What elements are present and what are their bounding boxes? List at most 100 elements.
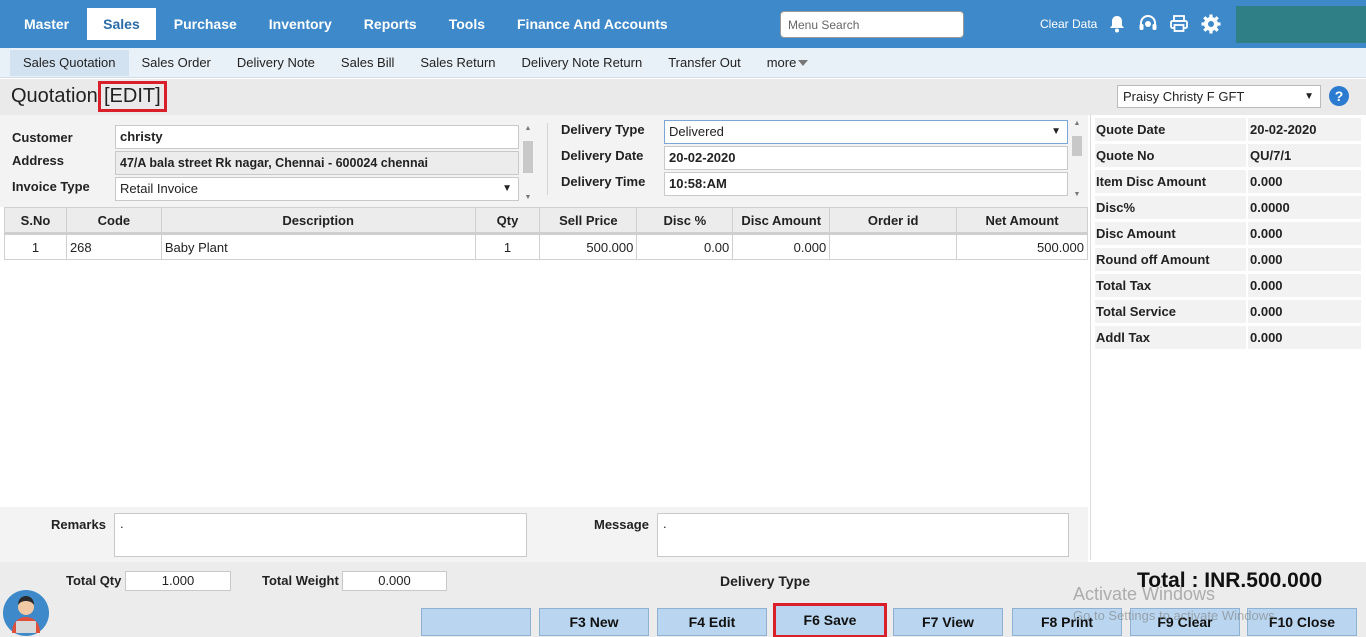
column-header[interactable]: Order id [829,207,958,235]
summary-label: Total Service [1096,304,1176,319]
printer-icon[interactable] [1167,12,1191,36]
cell-description[interactable]: Baby Plant [160,233,476,260]
column-header[interactable]: S.No [4,207,67,235]
summary-value: 0.000 [1250,304,1283,319]
delivery-type-label: Delivery Type [561,122,645,137]
summary-value: 0.0000 [1250,200,1290,215]
tab-more[interactable]: more [754,50,822,76]
column-header[interactable]: Disc % [636,207,734,235]
save-button[interactable]: F6 Save [773,603,887,637]
delivery-type-select[interactable]: Delivered ▼ [664,120,1068,144]
cell-net-amount[interactable]: 500.000 [956,233,1088,260]
delivery-date-field[interactable]: 20-02-2020 [664,146,1068,170]
menu-finance-and-accounts[interactable]: Finance And Accounts [501,8,684,40]
address-label: Address [12,153,65,168]
cell-order-id[interactable] [829,233,958,260]
tab-transfer-out[interactable]: Transfer Out [655,50,753,76]
sales-subnav: Sales Quotation Sales Order Delivery Not… [0,48,1366,78]
summary-value: 0.000 [1250,226,1283,241]
view-button[interactable]: F7 View [893,608,1003,636]
column-header[interactable]: Code [65,207,162,235]
delivery-time-field[interactable]: 10:58:AM [664,172,1068,196]
menu-tools[interactable]: Tools [433,8,501,40]
blank-button[interactable] [421,608,531,636]
address-field[interactable]: 47/A bala street Rk nagar, Chennai - 600… [115,151,519,175]
cell-sno[interactable]: 1 [4,233,67,260]
activation-watermark: Activate Windows [1073,584,1216,604]
dropdown-arrow-icon: ▼ [502,183,512,194]
headset-icon[interactable] [1136,12,1160,36]
summary-row: Disc Amount 0.000 [1095,222,1361,246]
summary-label: Total Tax [1096,278,1152,293]
summary-label: Item Disc Amount [1096,174,1207,189]
column-header[interactable]: Description [160,207,476,235]
scroll-thumb[interactable] [523,141,533,173]
new-button[interactable]: F3 New [539,608,649,636]
bell-icon[interactable] [1105,12,1129,36]
chevron-down-icon [798,60,809,67]
delivery-date-label: Delivery Date [561,148,644,163]
summary-row: Item Disc Amount 0.000 [1095,170,1361,194]
summary-row: Addl Tax 0.000 [1095,326,1361,350]
cell-sell-price[interactable]: 500.000 [539,233,638,260]
menu-master[interactable]: Master [8,8,85,40]
total-qty-field: 1.000 [125,571,231,591]
scroll-up-icon: ▲ [1073,120,1081,127]
column-header[interactable]: Sell Price [539,207,638,235]
tab-sales-quotation[interactable]: Sales Quotation [10,49,129,76]
tab-more-label: more [766,54,797,70]
summary-label: Quote Date [1096,122,1166,137]
top-navbar: Master Sales Purchase Inventory Reports … [0,0,1366,48]
cell-code[interactable]: 268 [65,233,162,260]
clear-data-link[interactable]: Clear Data [1040,17,1097,31]
menu-sales[interactable]: Sales [87,8,156,40]
invoice-type-select[interactable]: Retail Invoice ▼ [115,177,519,201]
profile-block[interactable] [1236,6,1366,43]
column-header[interactable]: Net Amount [956,207,1088,235]
page-title: Quotation [11,85,98,107]
customer-field[interactable]: christy [115,125,519,149]
form-right-scrollbar[interactable]: ▲ ▼ [1071,120,1083,198]
delivery-type-footer-label: Delivery Type [720,573,811,589]
gear-icon[interactable] [1199,12,1223,36]
delivery-type-value: Delivered [669,124,724,139]
tab-sales-bill[interactable]: Sales Bill [328,50,407,76]
tab-delivery-note-return[interactable]: Delivery Note Return [509,50,656,76]
summary-value: 20-02-2020 [1250,122,1317,137]
scroll-down-icon: ▼ [1073,191,1081,198]
table-header-row: S.No Code Description Qty Sell Price Dis… [4,207,1088,235]
menu-search-input[interactable] [780,11,964,38]
tab-delivery-note[interactable]: Delivery Note [224,50,328,76]
summary-row: Total Tax 0.000 [1095,274,1361,298]
column-header[interactable]: Disc Amount [732,207,831,235]
summary-row: Round off Amount 0.000 [1095,248,1361,272]
menu-inventory[interactable]: Inventory [253,8,348,40]
total-weight-label: Total Weight [262,573,339,588]
edit-button[interactable]: F4 Edit [657,608,767,636]
summary-row: Quote Date 20-02-2020 [1095,118,1361,142]
invoice-type-label: Invoice Type [12,179,90,194]
total-qty-label: Total Qty [66,573,122,588]
column-header[interactable]: Qty [474,207,541,235]
message-textarea[interactable]: . [657,513,1069,557]
tab-sales-order[interactable]: Sales Order [129,50,224,76]
support-avatar-icon[interactable] [2,589,50,637]
cell-disc-percent[interactable]: 0.00 [636,233,734,260]
summary-row: Quote No QU/7/1 [1095,144,1361,168]
cell-disc-amount[interactable]: 0.000 [732,233,831,260]
scroll-thumb[interactable] [1072,136,1082,156]
cell-qty[interactable]: 1 [474,233,541,260]
tab-sales-return[interactable]: Sales Return [407,50,508,76]
form-left-scrollbar[interactable]: ▲ ▼ [522,125,534,201]
summary-value: 0.000 [1250,252,1283,267]
table-row[interactable]: 1 268 Baby Plant 1 500.000 0.00 0.000 50… [4,233,1088,260]
scroll-up-icon: ▲ [524,125,532,132]
message-label: Message [594,517,649,532]
summary-label: Disc% [1096,200,1136,215]
menu-purchase[interactable]: Purchase [158,8,253,40]
menu-reports[interactable]: Reports [348,8,433,40]
summary-row: Total Service 0.000 [1095,300,1361,324]
help-icon[interactable]: ? [1329,86,1349,106]
user-select[interactable]: Praisy Christy F GFT ▼ [1117,85,1321,108]
remarks-textarea[interactable]: . [114,513,527,557]
